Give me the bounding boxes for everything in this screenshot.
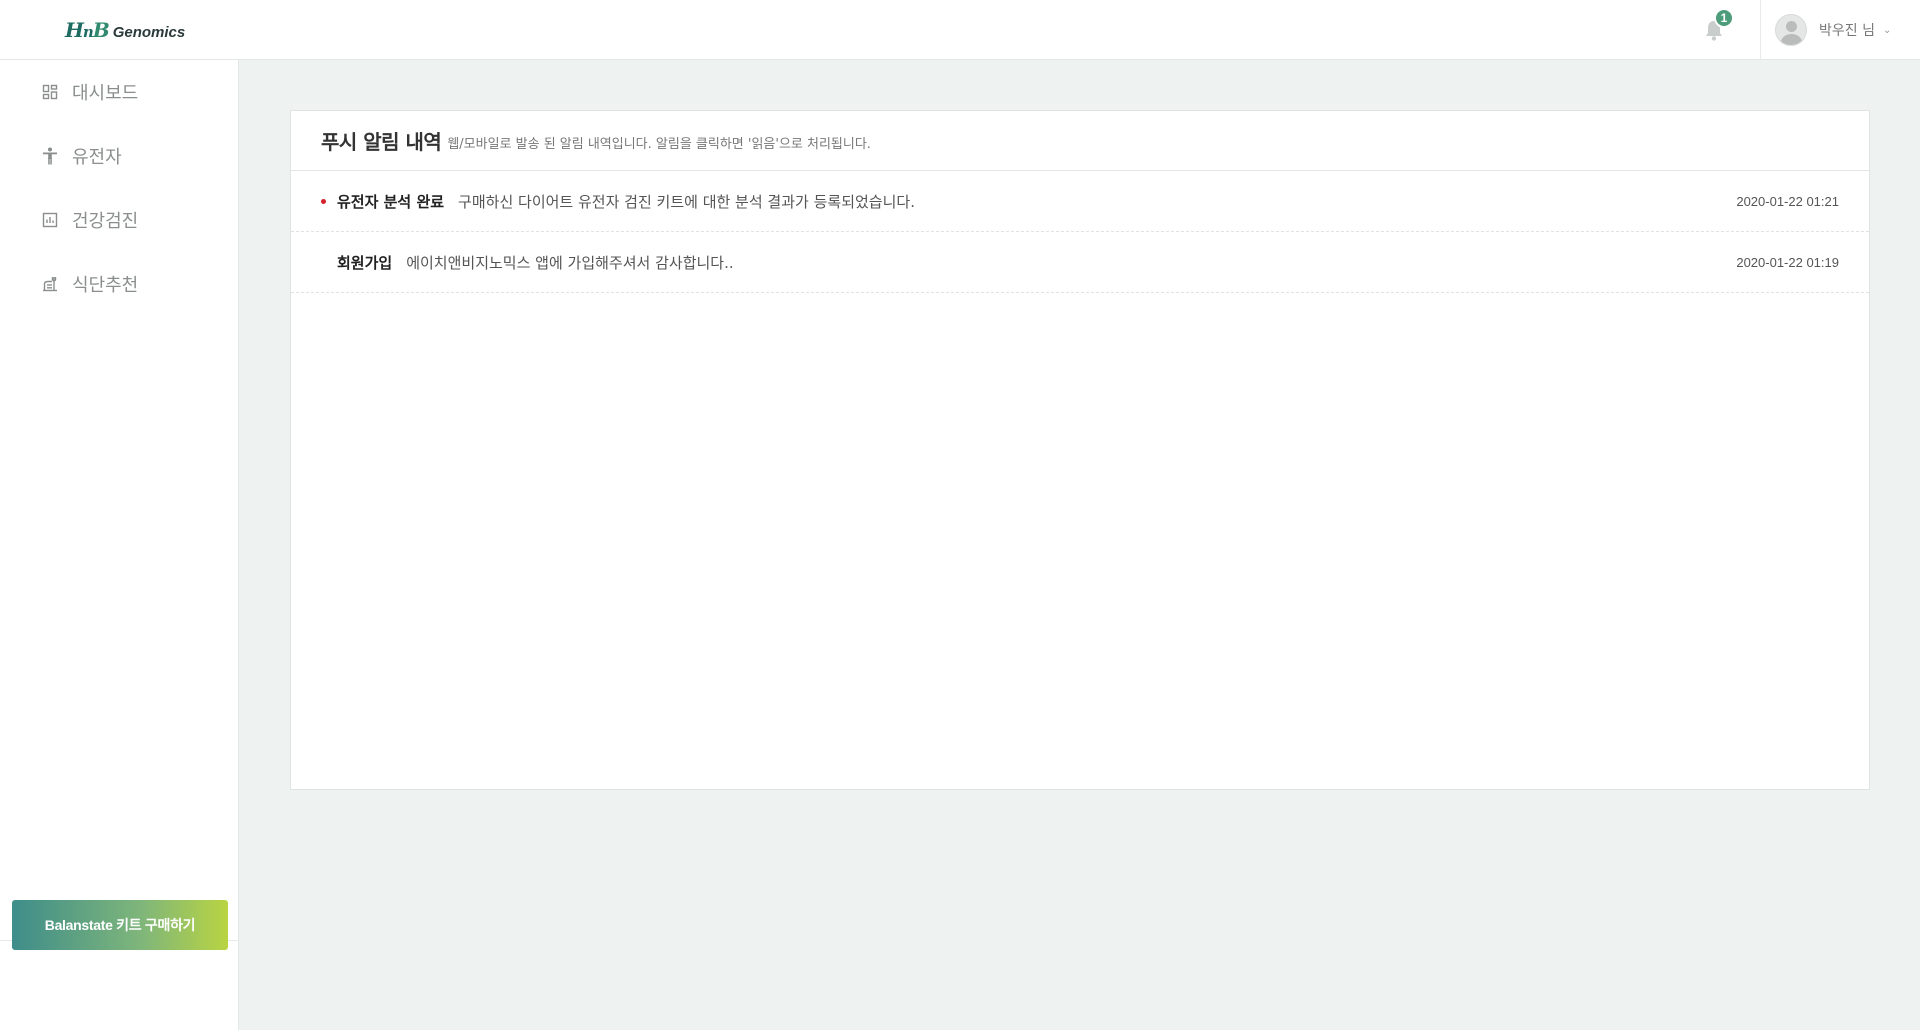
dashboard-icon: [40, 82, 60, 102]
sidebar-item-meal-recommendation[interactable]: 식단추천: [0, 252, 238, 316]
logo-wordmark: Genomics: [112, 24, 186, 41]
page-subtitle: 웹/모바일로 발송 된 알림 내역입니다. 알림을 클릭하면 '읽음'으로 처리…: [447, 137, 871, 152]
notification-count-badge: 1: [1714, 8, 1734, 28]
person-icon: [40, 146, 60, 166]
sidebar-item-label: 식단추천: [72, 275, 139, 296]
notification-row[interactable]: 유전자 분석 완료 구매하신 다이어트 유전자 검진 키트에 대한 분석 결과가…: [291, 171, 1869, 232]
unread-indicator-icon: [321, 199, 326, 204]
sidebar-item-health-checkup[interactable]: 건강검진: [0, 188, 238, 252]
notification-time: 2020-01-22 01:19: [1736, 254, 1839, 270]
top-header: HnB Genomics 1 박우진 님 ⌄: [0, 0, 1920, 60]
sidebar-item-label: 건강검진: [72, 211, 139, 232]
sidebar-item-label: 유전자: [72, 147, 122, 168]
user-menu[interactable]: 박우진 님 ⌄: [1775, 14, 1891, 46]
chevron-down-icon: ⌄: [1882, 24, 1892, 36]
sidebar-item-dashboard[interactable]: 대시보드: [0, 60, 238, 124]
notification-title: 유전자 분석 완료: [337, 192, 445, 211]
hnb-genomics-logo[interactable]: HnB Genomics: [65, 18, 185, 42]
push-notification-card: 푸시 알림 내역 웹/모바일로 발송 된 알림 내역입니다. 알림을 클릭하면 …: [290, 110, 1870, 790]
sidebar-item-gene[interactable]: 유전자: [0, 124, 238, 188]
sidebar-item-label: 대시보드: [72, 83, 139, 104]
header-divider: [1760, 0, 1761, 60]
notification-message: 에이치앤비지노믹스 앱에 가입해주셔서 감사합니다..: [406, 253, 734, 272]
logo-mark: HnB: [65, 18, 110, 42]
user-name: 박우진 님: [1819, 23, 1875, 39]
buy-kit-button[interactable]: Balanstate 키트 구매하기: [12, 900, 228, 950]
notification-time: 2020-01-22 01:21: [1736, 193, 1839, 209]
card-header: 푸시 알림 내역 웹/모바일로 발송 된 알림 내역입니다. 알림을 클릭하면 …: [291, 111, 1869, 171]
notification-title: 회원가입: [337, 253, 393, 272]
notification-row[interactable]: 회원가입 에이치앤비지노믹스 앱에 가입해주셔서 감사합니다.. 2020-01…: [291, 232, 1869, 293]
meal-icon: [40, 274, 60, 294]
sidebar: 대시보드 유전자 건강검진 식단추천: [0, 60, 239, 1030]
page-title: 푸시 알림 내역: [321, 130, 442, 154]
chart-icon: [40, 210, 60, 230]
notification-message: 구매하신 다이어트 유전자 검진 키트에 대한 분석 결과가 등록되었습니다.: [458, 192, 915, 211]
avatar: [1775, 14, 1807, 46]
